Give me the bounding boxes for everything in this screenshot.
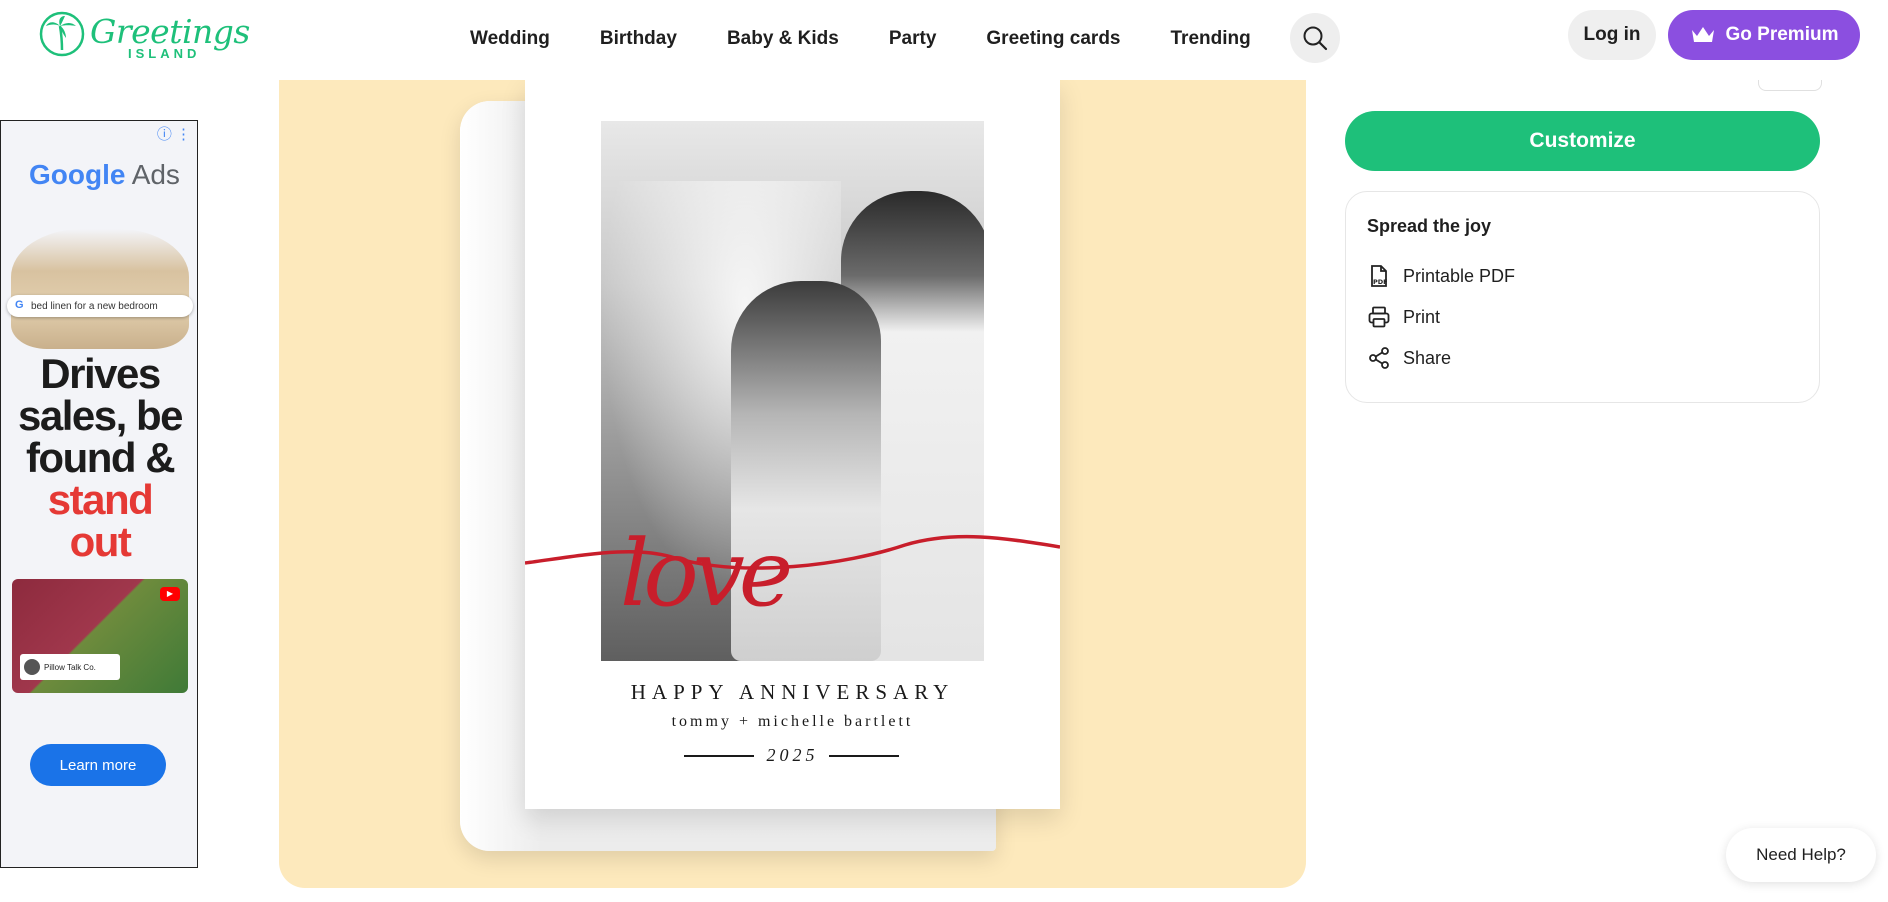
ad-search-text: bed linen for a new bedroom (31, 300, 158, 312)
ad-headline-line: sales, be (18, 392, 183, 439)
printable-pdf-option[interactable]: PDF Printable PDF (1367, 264, 1515, 288)
ad-info-icon[interactable]: ⓘ ⋮ (157, 123, 191, 144)
search-icon (1303, 26, 1328, 51)
google-wordmark: Google (29, 159, 126, 190)
print-label: Print (1403, 306, 1441, 327)
nav-trending[interactable]: Trending (1171, 28, 1251, 50)
ads-wordmark: Ads (125, 159, 180, 190)
print-option[interactable]: Print (1367, 305, 1440, 329)
printer-icon (1368, 306, 1390, 328)
google-g-icon: G (15, 299, 24, 311)
ad-headline-accent: out (69, 518, 132, 565)
site-header: Greetings ISLAND Wedding Birthday Baby &… (0, 0, 1888, 80)
nav-birthday[interactable]: Birthday (600, 28, 677, 50)
pillow-image (11, 229, 189, 349)
google-ad[interactable]: ⓘ ⋮ Google Ads G bed linen for a new bed… (0, 120, 198, 868)
go-premium-label: Go Premium (1725, 24, 1839, 45)
need-help-button[interactable]: Need Help? (1726, 828, 1876, 882)
nav-baby-kids[interactable]: Baby & Kids (727, 28, 839, 50)
love-wave-line (525, 534, 1060, 570)
google-ads-logo: Google Ads (29, 159, 180, 191)
advertiser-name: Pillow Talk Co. (44, 662, 96, 672)
nav-wedding[interactable]: Wedding (470, 28, 550, 50)
site-logo[interactable]: Greetings ISLAND (38, 10, 250, 61)
nav-greeting-cards[interactable]: Greeting cards (986, 28, 1120, 50)
love-script-text: love (620, 520, 793, 627)
search-button[interactable] (1290, 13, 1340, 63)
card-greeting: HAPPY ANNIVERSARY (630, 680, 955, 704)
share-icon (1369, 347, 1389, 369)
brand-sub: ISLAND (128, 46, 201, 61)
ad-search-bar: G bed linen for a new bedroom (7, 295, 193, 317)
svg-text:PDF: PDF (1373, 278, 1388, 286)
login-button[interactable]: Log in (1568, 10, 1656, 60)
youtube-icon: ▶ (160, 587, 180, 601)
go-premium-button[interactable]: Go Premium (1668, 10, 1860, 60)
share-option[interactable]: Share (1367, 346, 1451, 370)
advertiser-tag: Pillow Talk Co. (20, 654, 120, 680)
customize-button[interactable]: Customize (1345, 111, 1820, 171)
spread-title: Spread the joy (1367, 216, 1492, 236)
nav-party[interactable]: Party (889, 28, 937, 50)
palm-tree-icon (39, 11, 85, 57)
ad-bedroom-image[interactable]: ▶ Pillow Talk Co. (12, 579, 188, 693)
card-year: 2025 (766, 745, 819, 765)
printable-pdf-label: Printable PDF (1403, 265, 1516, 286)
crown-icon (1691, 27, 1714, 42)
card-names: tommy + michelle bartlett (671, 713, 914, 730)
spread-the-joy-panel: Spread the joy PDF Printable PDF Print S… (1345, 191, 1820, 403)
pdf-icon: PDF (1371, 265, 1388, 287)
option-selector-edge[interactable] (1758, 80, 1822, 91)
ad-headline-accent: stand (47, 476, 154, 523)
ad-headline-line: found & (25, 434, 176, 481)
learn-more-button[interactable]: Learn more (30, 744, 166, 786)
share-label: Share (1403, 347, 1452, 368)
advertiser-avatar (24, 659, 40, 675)
main-nav: Wedding Birthday Baby & Kids Party Greet… (470, 0, 1301, 78)
ad-headline-line: Drives (40, 350, 161, 397)
ad-headline: Drives sales, be found & stand out (1, 350, 197, 565)
